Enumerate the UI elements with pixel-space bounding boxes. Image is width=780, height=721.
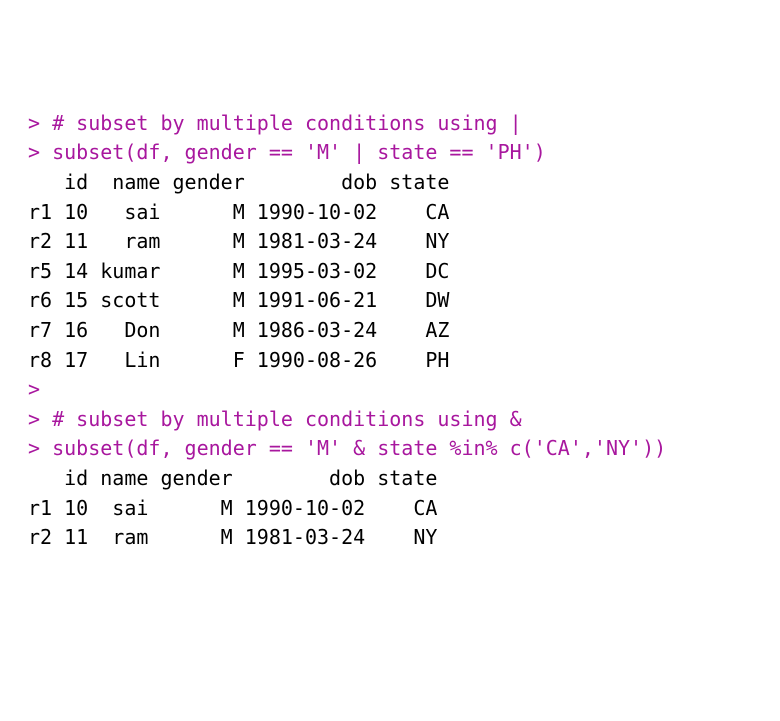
console-output-line: r1 10 sai M 1990-10-02 CA (28, 198, 752, 228)
console-output-line: r8 17 Lin F 1990-08-26 PH (28, 346, 752, 376)
console-output-line: r5 14 kumar M 1995-03-02 DC (28, 257, 752, 287)
console-output-line: id name gender dob state (28, 168, 752, 198)
console-command-line: > (28, 375, 752, 405)
console-output-line: r6 15 scott M 1991-06-21 DW (28, 286, 752, 316)
console-command-line: > # subset by multiple conditions using … (28, 109, 752, 139)
console-output-line: r7 16 Don M 1986-03-24 AZ (28, 316, 752, 346)
console-command-line: > subset(df, gender == 'M' & state %in% … (28, 434, 752, 464)
console-output-line: id name gender dob state (28, 464, 752, 494)
console-command-line: > subset(df, gender == 'M' | state == 'P… (28, 138, 752, 168)
console-output-line: r2 11 ram M 1981-03-24 NY (28, 523, 752, 553)
console-command-line: > # subset by multiple conditions using … (28, 405, 752, 435)
r-console-output: > # subset by multiple conditions using … (28, 109, 752, 553)
console-output-line: r2 11 ram M 1981-03-24 NY (28, 227, 752, 257)
console-output-line: r1 10 sai M 1990-10-02 CA (28, 494, 752, 524)
